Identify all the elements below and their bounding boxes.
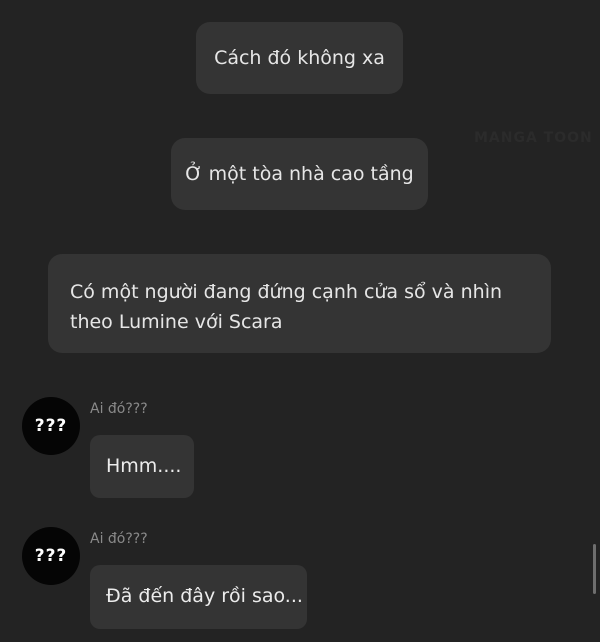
narration-bubble: Ở một tòa nhà cao tầng (171, 138, 428, 210)
sender-name: Ai đó??? (90, 401, 148, 417)
avatar-label: ??? (34, 546, 68, 566)
message-bubble: Hmm.... (90, 435, 194, 498)
narration-bubble: Có một người đang đứng cạnh cửa sổ và nh… (48, 254, 551, 353)
sender-name: Ai đó??? (90, 531, 148, 547)
chat-view: Cách đó không xa MANGA TOON Ở một tòa nh… (0, 0, 600, 642)
avatar-label: ??? (34, 416, 68, 436)
scrollbar[interactable] (593, 544, 596, 594)
avatar[interactable]: ??? (22, 527, 80, 585)
narration-bubble: Cách đó không xa (196, 22, 403, 94)
message-bubble: Đã đến đây rồi sao... (90, 565, 307, 629)
avatar[interactable]: ??? (22, 397, 80, 455)
watermark: MANGA TOON (474, 130, 593, 146)
